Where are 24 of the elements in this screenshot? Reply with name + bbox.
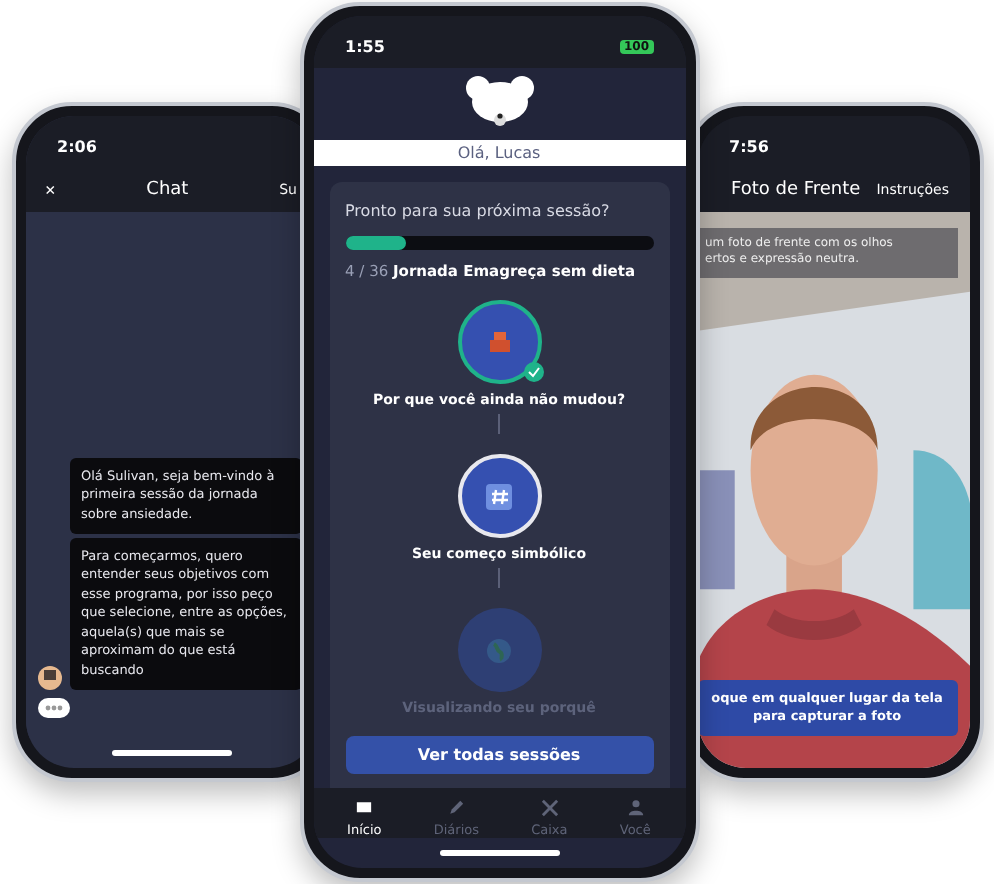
home-indicator: [439, 850, 559, 856]
bear-logo-icon: [465, 76, 533, 128]
avatar-icon: [37, 666, 61, 690]
all-sessions-button[interactable]: Ver todas sessões: [345, 736, 653, 774]
bricks-icon: [485, 330, 513, 354]
home-icon: [354, 798, 375, 818]
pencil-icon: [446, 798, 467, 818]
session-prompt: Pronto para sua próxima sessão?: [345, 202, 610, 220]
camera-title: Foto de Frente: [731, 180, 861, 200]
globe-icon: [486, 637, 512, 663]
typing-indicator-icon: [37, 698, 69, 718]
status-time: 7:56: [729, 137, 769, 155]
home-indicator: [111, 750, 231, 756]
status-time: 2:06: [57, 137, 97, 155]
status-time: 1:55: [345, 37, 385, 55]
greeting-banner: Olá, Lucas: [313, 140, 685, 166]
check-badge-icon: [523, 362, 543, 382]
tools-icon: [539, 798, 560, 818]
person-icon: [625, 798, 646, 818]
chat-title: Chat: [146, 180, 189, 200]
session-node[interactable]: [457, 608, 541, 692]
hash-icon: [486, 483, 512, 509]
session-node[interactable]: [457, 300, 541, 384]
close-button[interactable]: ×: [45, 180, 56, 200]
